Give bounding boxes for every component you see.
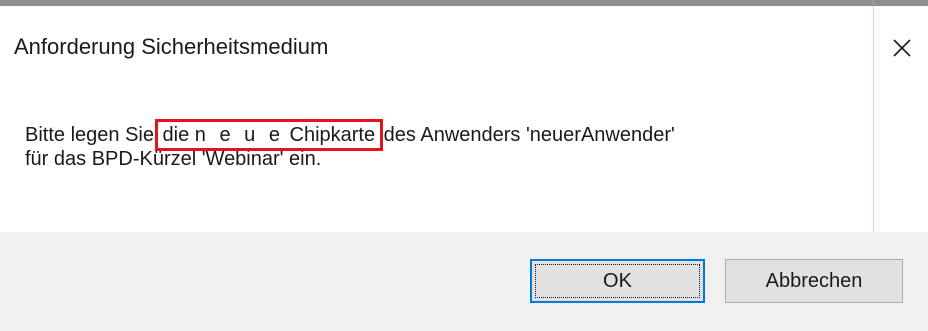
highlight-part-neue: n e u e <box>194 124 284 146</box>
dialog-title: Anforderung Sicherheitsmedium <box>14 34 329 59</box>
highlighted-phrase: die n e u e Chipkarte <box>154 119 384 151</box>
message-text-end-line1: des Anwenders 'neuerAnwender' <box>378 124 675 146</box>
highlight-part-chipkarte: Chipkarte <box>283 124 376 146</box>
dialog-window: Anforderung Sicherheitsmedium Bitte lege… <box>0 0 928 331</box>
cancel-button[interactable]: Abbrechen <box>725 259 903 303</box>
dialog-button-bar: OK Abbrechen <box>0 232 928 331</box>
close-icon[interactable] <box>884 30 920 66</box>
title-bar[interactable]: Anforderung Sicherheitsmedium <box>0 6 928 78</box>
highlight-part-die: die <box>162 124 195 146</box>
ok-button[interactable]: OK <box>530 259 705 303</box>
message-text-line2: für das BPD-Kürzel 'Webinar' ein. <box>25 148 322 170</box>
dialog-message: Bitte legen Sie die n e u e Chipkarte de… <box>25 119 905 171</box>
dialog-content: Bitte legen Sie die n e u e Chipkarte de… <box>0 78 928 230</box>
ok-button-label: OK <box>535 264 700 298</box>
message-text-start: Bitte legen Sie <box>25 124 160 146</box>
